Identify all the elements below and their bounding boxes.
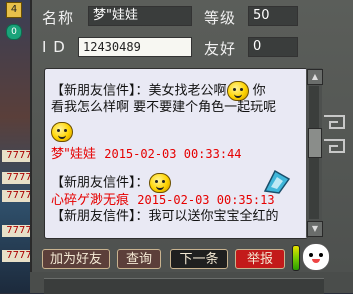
friendship-label: 友好 — [204, 40, 237, 58]
message-scrollbar[interactable]: ▲ ▼ — [306, 68, 323, 237]
message-prefix: 【新朋友信件】： — [51, 175, 149, 191]
scroll-up-icon[interactable]: ▲ — [307, 69, 323, 85]
message-line: 【新朋友信件】： — [51, 173, 171, 193]
id-label: I D — [42, 38, 66, 56]
message-text: 你 — [248, 83, 266, 99]
ornament-icon — [324, 115, 345, 153]
name-field: 梦"娃娃 — [88, 6, 192, 26]
bottom-input-area[interactable] — [44, 278, 324, 294]
next-message-button[interactable]: 下一条 — [170, 249, 228, 269]
badge: 4 — [6, 2, 22, 18]
sender-name[interactable]: 梦"娃娃 — [51, 147, 96, 162]
sender-name[interactable]: 心碎ゲ渺无痕 — [51, 193, 129, 208]
level-field: 50 — [248, 6, 298, 26]
mascot-icon[interactable] — [302, 243, 330, 271]
message-text: 美女找老公啊 — [148, 83, 227, 99]
message-time: 2015-02-03 00:35:13 — [137, 193, 275, 207]
message-sender-line: 梦"娃娃 2015-02-03 00:33:44 — [51, 146, 242, 163]
message-text: 我可以送你宝宝全红的 — [148, 209, 279, 224]
message-sender-line: 心碎ゲ渺无痕 2015-02-03 00:35:13 — [51, 192, 275, 209]
friendship-field: 0 — [248, 37, 298, 57]
add-friend-button[interactable]: 加为好友 — [42, 249, 110, 269]
scroll-down-icon[interactable]: ▼ — [307, 221, 323, 237]
surprised-emoji-icon — [148, 173, 171, 193]
gift-item-icon — [263, 169, 291, 194]
report-button[interactable]: 举报 — [235, 249, 285, 269]
message-line: 【新朋友信件】：美女找老公啊 你 — [51, 81, 266, 101]
smiley-emoji-icon — [226, 81, 249, 101]
message-line: 看我怎么样啊 要不要建个角色一起玩呢 — [51, 100, 277, 115]
scroll-thumb[interactable] — [308, 128, 322, 158]
query-button[interactable]: 查询 — [117, 249, 161, 269]
signal-meter-icon — [292, 245, 300, 271]
side-tag: 0 — [6, 24, 22, 40]
message-time: 2015-02-03 00:33:44 — [104, 147, 242, 161]
level-label: 等级 — [204, 9, 237, 27]
id-field: 12430489 — [78, 37, 192, 57]
message-area[interactable]: 【新朋友信件】：美女找老公啊 你 看我怎么样啊 要不要建个角色一起玩呢 梦"娃娃… — [44, 68, 308, 239]
message-prefix: 【新朋友信件】： — [51, 209, 149, 224]
message-emoji-line — [51, 122, 73, 142]
smiley-emoji-icon — [51, 122, 73, 142]
name-label: 名称 — [42, 9, 75, 27]
bottom-bar — [30, 272, 353, 294]
message-prefix: 【新朋友信件】： — [51, 83, 149, 99]
message-line: 【新朋友信件】：我可以送你宝宝全红的 — [51, 208, 279, 225]
